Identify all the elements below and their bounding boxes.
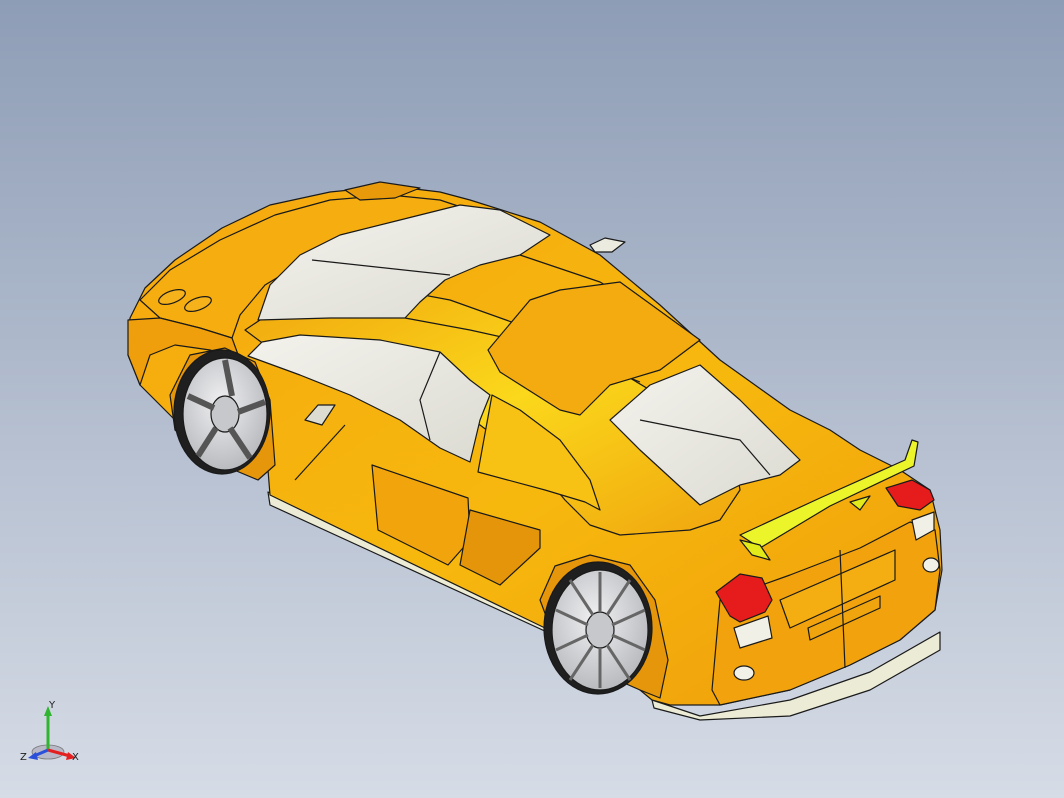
orientation-triad[interactable]: Y X Z: [20, 700, 90, 770]
exhaust-left: [733, 665, 755, 681]
z-axis-label: Z: [20, 752, 27, 763]
car-model-view[interactable]: [0, 0, 1064, 798]
exhaust-right: [922, 557, 940, 573]
graphics-viewport[interactable]: Y X Z: [0, 0, 1064, 798]
rear-wheel: [543, 561, 653, 695]
front-wheel: [173, 349, 271, 475]
y-axis-label: Y: [48, 700, 56, 711]
x-axis-label: X: [72, 752, 79, 763]
